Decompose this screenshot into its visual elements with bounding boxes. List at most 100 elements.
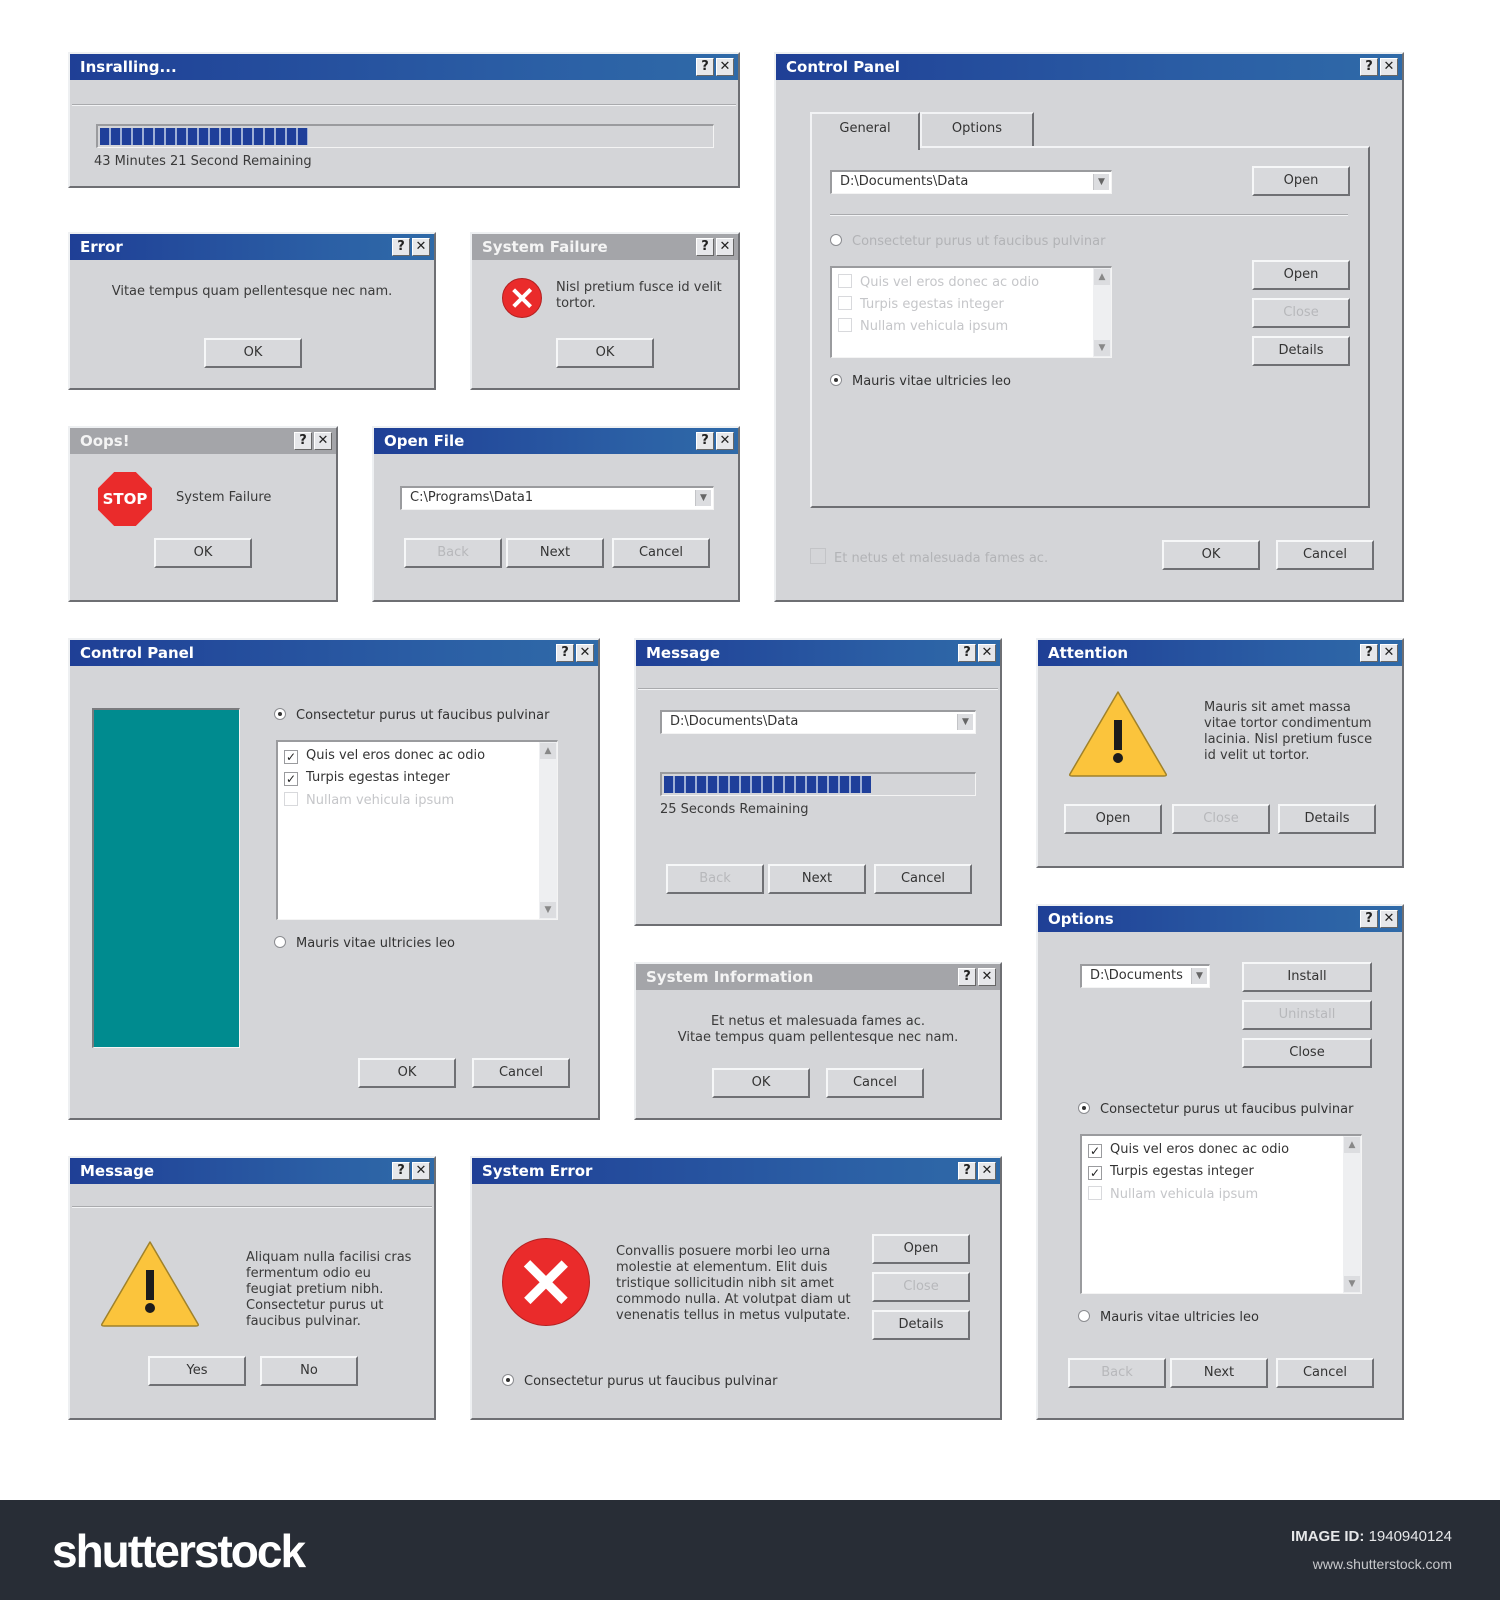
checkbox[interactable] [1088, 1186, 1102, 1200]
checkbox[interactable] [284, 792, 298, 806]
ok-button[interactable]: OK [712, 1068, 810, 1098]
ok-button[interactable]: OK [204, 338, 302, 368]
yes-button[interactable]: Yes [148, 1356, 246, 1386]
scrollbar[interactable]: ▲ ▼ [1343, 1136, 1361, 1293]
title-bar[interactable]: System Information ? ✕ [636, 964, 1000, 990]
radio-option-1[interactable]: Consectetur purus ut faucibus pulvinar [274, 708, 549, 724]
help-icon[interactable]: ? [1360, 58, 1378, 76]
scroll-down-icon[interactable]: ▼ [1094, 340, 1110, 356]
close-icon[interactable]: ✕ [576, 644, 594, 662]
checkmark-icon[interactable]: ✓ [1088, 1166, 1102, 1180]
open-button[interactable]: Open [1064, 804, 1162, 834]
scroll-down-icon[interactable]: ▼ [1344, 1276, 1360, 1292]
next-button[interactable]: Next [768, 864, 866, 894]
list-item[interactable]: ✓ Turpis egestas integer [284, 770, 450, 788]
list-item[interactable]: Nullam vehicula ipsum [838, 318, 1008, 336]
ok-button[interactable]: OK [556, 338, 654, 368]
radio-option-1[interactable]: Consectetur purus ut faucibus pulvinar [1078, 1102, 1353, 1118]
ok-button[interactable]: OK [154, 538, 252, 568]
close-icon[interactable]: ✕ [412, 238, 430, 256]
scroll-up-icon[interactable]: ▲ [1344, 1137, 1360, 1153]
title-bar[interactable]: Options ? ✕ [1038, 906, 1402, 932]
back-button[interactable]: Back [666, 864, 764, 894]
radio-button[interactable] [502, 1374, 514, 1386]
radio-button[interactable] [830, 234, 842, 246]
no-button[interactable]: No [260, 1356, 358, 1386]
help-icon[interactable]: ? [958, 644, 976, 662]
help-icon[interactable]: ? [294, 432, 312, 450]
radio-option-2[interactable]: Mauris vitae ultricies leo [830, 374, 1011, 390]
chevron-down-icon[interactable]: ▼ [1093, 174, 1109, 190]
scrollbar[interactable]: ▲ ▼ [1093, 268, 1111, 357]
title-bar[interactable]: Open File ? ✕ [374, 428, 738, 454]
open-button[interactable]: Open [1252, 166, 1350, 196]
ok-button[interactable]: OK [358, 1058, 456, 1088]
details-button[interactable]: Details [1252, 336, 1350, 366]
back-button[interactable]: Back [404, 538, 502, 568]
close-button[interactable]: Close [1242, 1038, 1372, 1068]
cancel-button[interactable]: Cancel [826, 1068, 924, 1098]
open-button[interactable]: Open [872, 1234, 970, 1264]
list-item[interactable]: Quis vel eros donec ac odio [838, 274, 1039, 292]
help-icon[interactable]: ? [392, 1162, 410, 1180]
scroll-down-icon[interactable]: ▼ [540, 902, 556, 918]
title-bar[interactable]: System Failure ? ✕ [472, 234, 738, 260]
checkmark-icon[interactable]: ✓ [284, 750, 298, 764]
details-button[interactable]: Details [1278, 804, 1376, 834]
help-icon[interactable]: ? [392, 238, 410, 256]
close-icon[interactable]: ✕ [978, 968, 996, 986]
install-button[interactable]: Install [1242, 962, 1372, 992]
checkbox[interactable] [838, 318, 852, 332]
cancel-button[interactable]: Cancel [612, 538, 710, 568]
checkbox[interactable] [838, 296, 852, 310]
help-icon[interactable]: ? [1360, 910, 1378, 928]
checkbox[interactable] [810, 548, 826, 564]
list-item[interactable]: Turpis egestas integer [838, 296, 1004, 314]
list-item[interactable]: Nullam vehicula ipsum [284, 792, 454, 810]
close-button[interactable]: Close [1172, 804, 1270, 834]
chevron-down-icon[interactable]: ▼ [695, 490, 711, 506]
radio-option-1[interactable]: Consectetur purus ut faucibus pulvinar [830, 234, 1105, 250]
checkbox[interactable] [838, 274, 852, 288]
title-bar[interactable]: Attention ? ✕ [1038, 640, 1402, 666]
tab-options[interactable]: Options [920, 112, 1034, 146]
details-button[interactable]: Details [872, 1310, 970, 1340]
radio-button[interactable] [1078, 1310, 1090, 1322]
help-icon[interactable]: ? [696, 432, 714, 450]
radio-button[interactable] [274, 708, 286, 720]
cancel-button[interactable]: Cancel [1276, 540, 1374, 570]
scroll-up-icon[interactable]: ▲ [540, 743, 556, 759]
cancel-button[interactable]: Cancel [472, 1058, 570, 1088]
open-button[interactable]: Open [1252, 260, 1350, 290]
chevron-down-icon[interactable]: ▼ [1191, 968, 1207, 984]
checkmark-icon[interactable]: ✓ [1088, 1144, 1102, 1158]
title-bar[interactable]: Message ? ✕ [636, 640, 1000, 666]
path-dropdown[interactable]: D:\Documents\Data ▼ [660, 710, 976, 734]
scroll-up-icon[interactable]: ▲ [1094, 269, 1110, 285]
back-button[interactable]: Back [1068, 1358, 1166, 1388]
radio-option[interactable]: Consectetur purus ut faucibus pulvinar [502, 1374, 777, 1390]
title-bar[interactable]: Control Panel ? ✕ [70, 640, 598, 666]
radio-option-2[interactable]: Mauris vitae ultricies leo [1078, 1310, 1259, 1326]
close-icon[interactable]: ✕ [716, 238, 734, 256]
help-icon[interactable]: ? [556, 644, 574, 662]
close-icon[interactable]: ✕ [978, 1162, 996, 1180]
close-icon[interactable]: ✕ [716, 58, 734, 76]
path-dropdown[interactable]: D:\Documents ▼ [1080, 964, 1210, 988]
list-item[interactable]: Nullam vehicula ipsum [1088, 1186, 1258, 1204]
tab-general[interactable]: General [810, 112, 920, 150]
checkbox-list[interactable]: ✓ Quis vel eros donec ac odio ✓ Turpis ege… [1080, 1134, 1362, 1294]
title-bar[interactable]: Oops! ? ✕ [70, 428, 336, 454]
checkmark-icon[interactable]: ✓ [284, 772, 298, 786]
list-item[interactable]: ✓ Turpis egestas integer [1088, 1164, 1254, 1182]
ok-button[interactable]: OK [1162, 540, 1260, 570]
help-icon[interactable]: ? [958, 1162, 976, 1180]
next-button[interactable]: Next [1170, 1358, 1268, 1388]
help-icon[interactable]: ? [696, 58, 714, 76]
close-icon[interactable]: ✕ [1380, 58, 1398, 76]
radio-button[interactable] [830, 374, 842, 386]
title-bar[interactable]: Insralling... ? ✕ [70, 54, 738, 80]
close-icon[interactable]: ✕ [1380, 644, 1398, 662]
chevron-down-icon[interactable]: ▼ [957, 714, 973, 730]
title-bar[interactable]: Error ? ✕ [70, 234, 434, 260]
